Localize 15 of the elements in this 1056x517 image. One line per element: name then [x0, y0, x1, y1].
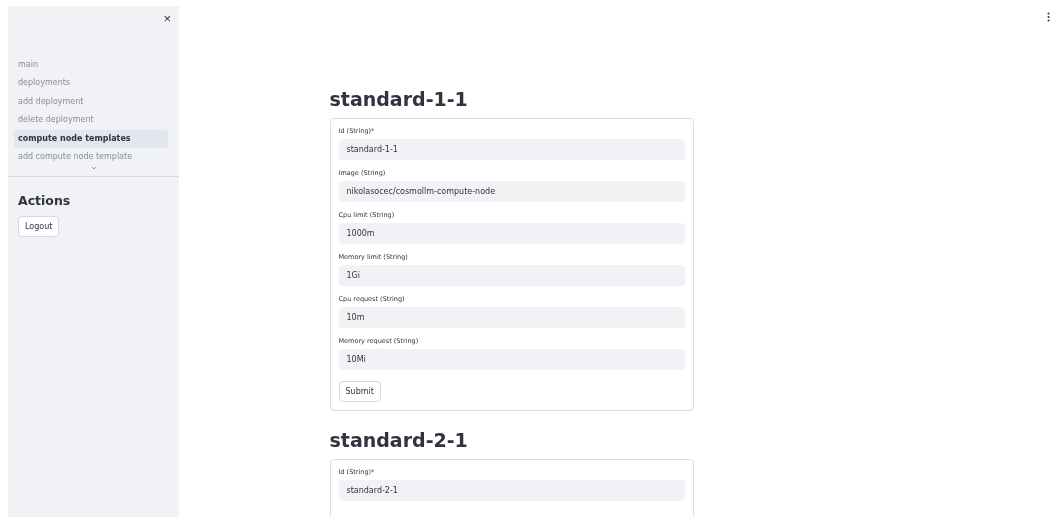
text-field[interactable]: nikolasocec/cosmollm-compute-node — [338, 181, 685, 202]
template-heading: standard-2-1 — [329, 429, 469, 451]
template-heading: standard-1-1 — [329, 88, 469, 110]
text-field[interactable]: standard-2-1 — [338, 480, 685, 501]
text-field[interactable]: standard-1-1 — [338, 139, 685, 160]
submit-button[interactable]: Submit — [338, 381, 381, 402]
text-field[interactable]: 1000m — [338, 223, 685, 244]
text-field[interactable]: 10Mi — [338, 349, 685, 370]
nav-item[interactable]: compute node templates — [14, 129, 168, 148]
text-field[interactable]: 10m — [338, 307, 685, 328]
close-button[interactable]: × — [163, 12, 171, 26]
logout-button[interactable]: Logout — [18, 216, 60, 238]
actions-heading: Actions — [18, 193, 71, 209]
text-field[interactable]: 1Gi — [338, 265, 685, 286]
menu-icon[interactable] — [1047, 12, 1050, 22]
